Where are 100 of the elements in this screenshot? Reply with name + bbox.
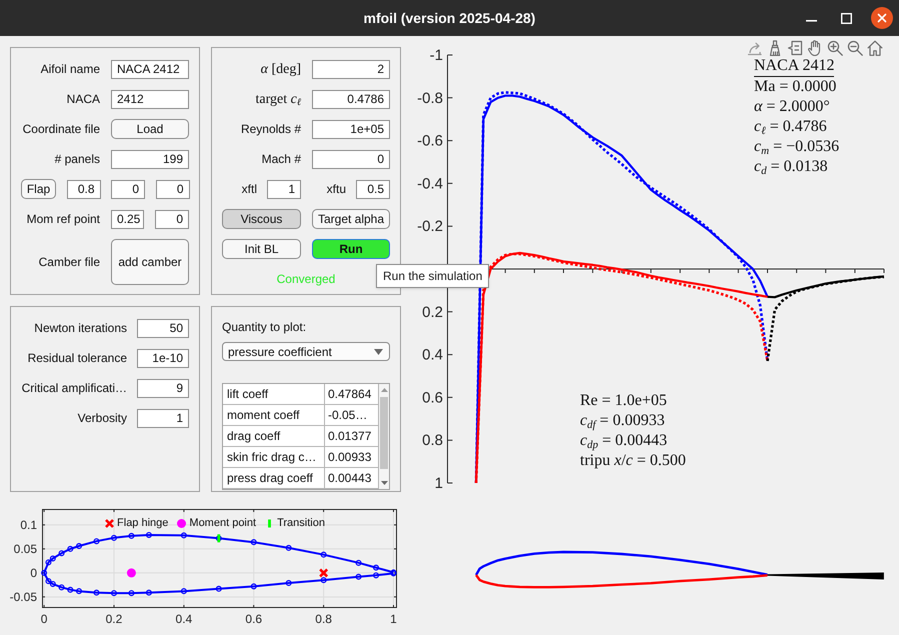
point <box>286 544 292 551</box>
run-button[interactable]: Run <box>312 239 390 259</box>
tooltip: Run the simulation <box>376 264 490 288</box>
text-box-line: Re = 1.0e+05 <box>580 391 667 411</box>
minimize-icon[interactable] <box>806 20 817 22</box>
zoom-in-icon[interactable] <box>827 40 843 56</box>
point <box>94 590 100 596</box>
text-box-line: Ma = 0.0000 <box>754 77 836 97</box>
push-button[interactable]: Flap <box>21 179 56 199</box>
x-tick-label: 1 <box>390 612 397 626</box>
point <box>41 570 48 576</box>
point <box>373 564 380 571</box>
data-tip-icon[interactable] <box>787 40 803 56</box>
field-label: Newton iterations <box>34 320 127 337</box>
table-cell: lift coeff <box>223 384 325 405</box>
push-button[interactable]: Init BL <box>222 239 301 259</box>
field-label: Camber file <box>38 254 100 271</box>
y-tick-label: 0.4 <box>422 346 443 364</box>
number-field[interactable]: 1e-10 <box>137 348 189 368</box>
number-field[interactable]: 0.8 <box>66 180 100 198</box>
point <box>216 586 222 592</box>
x-tick-label: 0.8 <box>315 612 332 626</box>
point <box>320 552 327 558</box>
text-box-line: tripu x/c = 0.500 <box>580 451 686 471</box>
export-icon[interactable] <box>747 40 763 56</box>
field-label: Reynolds # <box>240 121 301 138</box>
table-cell: drag coeff <box>223 426 325 447</box>
push-button[interactable]: add camber <box>111 239 189 285</box>
point <box>45 559 52 566</box>
number-field[interactable]: 0 <box>156 180 190 198</box>
number-field[interactable]: 50 <box>137 318 189 338</box>
number-field[interactable]: 9 <box>137 378 189 398</box>
y-tick-label: 0.05 <box>14 542 37 556</box>
point <box>67 586 74 593</box>
number-field[interactable]: 0 <box>155 210 189 228</box>
field-label: Aifoil name <box>40 61 100 78</box>
scrollbar[interactable] <box>379 384 389 489</box>
field-label: Mom ref point <box>26 211 100 228</box>
point <box>67 546 74 552</box>
toggle-button[interactable]: Viscous <box>222 209 301 229</box>
field-label: NACA <box>66 91 100 108</box>
y-tick-label: 0 <box>30 566 37 580</box>
point <box>110 534 117 541</box>
number-field[interactable]: 0.4786 <box>312 90 390 108</box>
point <box>356 560 362 566</box>
text-field[interactable]: NACA 2412 <box>111 60 189 78</box>
text-box-line: α = 2.0000° <box>754 97 830 117</box>
text-box-line: c$_{m}$ = −0.0536 <box>754 137 840 157</box>
brush-icon[interactable] <box>767 40 783 56</box>
maximize-icon[interactable] <box>841 12 852 24</box>
y-tick-label: 0.6 <box>422 389 443 406</box>
point <box>356 574 362 580</box>
number-field[interactable]: 1 <box>267 180 301 198</box>
y-tick-label: -1 <box>430 47 443 64</box>
text-box-line: c$_{d}$ = 0.0138 <box>754 157 828 177</box>
number-field[interactable]: 0 <box>111 180 145 198</box>
field-label: # panels <box>54 151 100 168</box>
field-label: α [deg] <box>260 60 301 78</box>
text-field[interactable]: 2412 <box>111 90 189 108</box>
number-field[interactable]: 0 <box>312 150 390 168</box>
scroll-up-icon[interactable] <box>380 388 388 392</box>
text-box-title: NACA 2412 <box>754 56 834 77</box>
home-icon[interactable] <box>867 40 883 56</box>
field-label: Mach # <box>262 151 301 168</box>
point <box>128 532 134 539</box>
number-field[interactable]: 0.25 <box>111 210 144 228</box>
point <box>373 572 380 578</box>
x-tick-label: 0.6 <box>245 612 262 626</box>
hand-icon[interactable] <box>807 40 823 56</box>
point <box>76 543 82 550</box>
point <box>76 588 82 594</box>
scrollbar-thumb[interactable] <box>380 397 388 469</box>
number-field[interactable]: 199 <box>111 150 189 168</box>
text-box-line: c$_{ℓ}$ = 0.4786 <box>754 117 827 137</box>
y-tick-label: -0.2 <box>417 218 443 236</box>
x-tick-label: 0.2 <box>106 612 122 626</box>
dot-icon <box>177 518 186 528</box>
close-icon[interactable] <box>871 7 893 29</box>
x-tick-label: 0.4 <box>176 612 192 626</box>
table-cell: skin fric drag c… <box>223 447 325 468</box>
number-field[interactable]: 1e+05 <box>312 120 390 138</box>
text-box-line: c$_{df}$ = 0.00933 <box>580 411 665 431</box>
y-tick-label: -0.8 <box>417 90 443 107</box>
field-label: Residual tolerance <box>28 350 127 367</box>
text-box-line: c$_{dp}$ = 0.00443 <box>580 431 668 451</box>
toggle-button[interactable]: Target alpha <box>312 209 390 229</box>
point <box>94 538 100 544</box>
point <box>50 580 56 587</box>
legend-label: Transition <box>277 516 325 531</box>
number-field[interactable]: 1 <box>137 408 189 428</box>
y-tick-label: 0.2 <box>422 304 443 321</box>
dropdown-label: Quantity to plot: <box>222 319 306 335</box>
zoom-out-icon[interactable] <box>847 40 863 56</box>
scroll-down-icon[interactable] <box>380 481 388 485</box>
number-field[interactable]: 2 <box>312 60 390 78</box>
table-cell: press drag coeff <box>223 468 325 489</box>
point <box>180 588 187 594</box>
quantity-dropdown[interactable]: pressure coefficient <box>222 342 390 361</box>
push-button[interactable]: Load <box>111 119 189 139</box>
number-field[interactable]: 0.5 <box>356 180 390 198</box>
